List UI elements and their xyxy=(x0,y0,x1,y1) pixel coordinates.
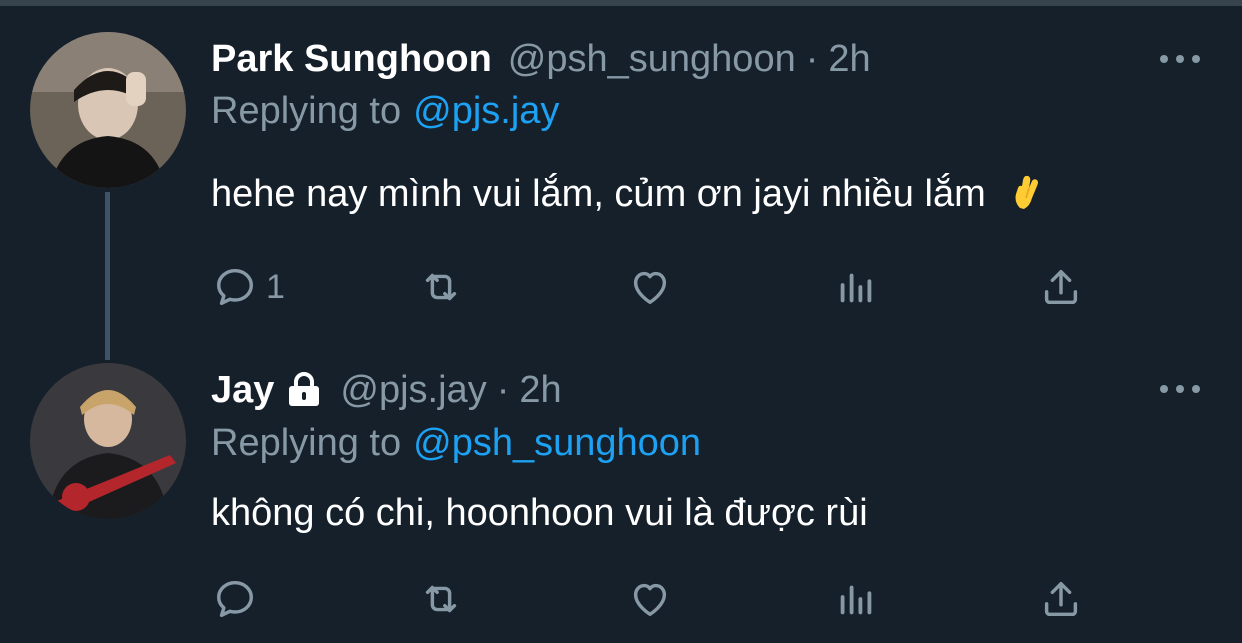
stats-icon xyxy=(840,273,872,303)
tweet-text: hehe nay mình vui lắm, củm ơn jayi nhiều… xyxy=(211,172,1042,216)
share-icon xyxy=(1044,269,1078,305)
tweet-header: Park Sunghoon @psh_sunghoon · 2h xyxy=(211,38,871,81)
fingers-crossed-emoji-icon xyxy=(1015,175,1039,209)
avatar-image xyxy=(30,32,186,188)
tweet-text: không có chi, hoonhoon vui là được rùi xyxy=(211,492,868,534)
stats-button[interactable] xyxy=(833,574,879,624)
separator-dot: · xyxy=(805,38,819,80)
tweet-actions: 1 xyxy=(0,262,1242,312)
reply-icon xyxy=(216,580,254,618)
avatar[interactable] xyxy=(30,363,186,519)
stats-icon xyxy=(840,585,872,615)
retweet-icon xyxy=(425,585,457,613)
reply-button[interactable]: 1 xyxy=(212,262,285,312)
tweet-park-sunghoon[interactable]: Park Sunghoon @psh_sunghoon · 2h Replyin… xyxy=(0,0,1242,360)
share-button[interactable] xyxy=(1038,574,1084,624)
tweet-header: Jay @pjs.jay · 2h xyxy=(211,368,562,412)
reply-count: 1 xyxy=(266,267,285,306)
tweet-actions xyxy=(0,574,1242,624)
replying-to: Replying to @psh_sunghoon xyxy=(211,422,701,465)
separator-dot: · xyxy=(496,369,510,411)
retweet-button[interactable] xyxy=(418,574,464,624)
avatar[interactable] xyxy=(30,32,186,188)
replying-label: Replying to xyxy=(211,90,402,132)
replying-mention-link[interactable]: @psh_sunghoon xyxy=(413,422,701,464)
like-button[interactable] xyxy=(627,574,673,624)
display-name[interactable]: Jay xyxy=(211,369,274,412)
replying-label: Replying to xyxy=(211,422,402,464)
display-name[interactable]: Park Sunghoon xyxy=(211,38,492,81)
share-icon xyxy=(1044,581,1078,617)
more-icon[interactable] xyxy=(1160,52,1200,66)
timestamp[interactable]: 2h xyxy=(828,38,870,81)
tweet-jay[interactable]: Jay @pjs.jay · 2h Replying to @psh_sungho… xyxy=(0,330,1242,643)
retweet-icon xyxy=(425,273,457,301)
reply-icon xyxy=(216,268,254,306)
lock-icon xyxy=(289,372,320,406)
replying-mention-link[interactable]: @pjs.jay xyxy=(413,90,559,132)
avatar-image xyxy=(30,363,186,519)
stats-button[interactable] xyxy=(833,262,879,312)
like-icon xyxy=(633,271,667,305)
like-icon xyxy=(633,583,667,617)
replying-to: Replying to @pjs.jay xyxy=(211,90,559,133)
tweet-text-content: hehe nay mình vui lắm, củm ơn jayi nhiều… xyxy=(211,173,986,215)
reply-button[interactable] xyxy=(212,574,266,624)
timestamp[interactable]: 2h xyxy=(519,369,561,412)
user-handle[interactable]: @pjs.jay xyxy=(340,369,486,412)
user-handle[interactable]: @psh_sunghoon xyxy=(508,38,796,81)
retweet-button[interactable] xyxy=(418,262,464,312)
share-button[interactable] xyxy=(1038,262,1084,312)
like-button[interactable] xyxy=(627,262,673,312)
more-icon[interactable] xyxy=(1160,382,1200,396)
